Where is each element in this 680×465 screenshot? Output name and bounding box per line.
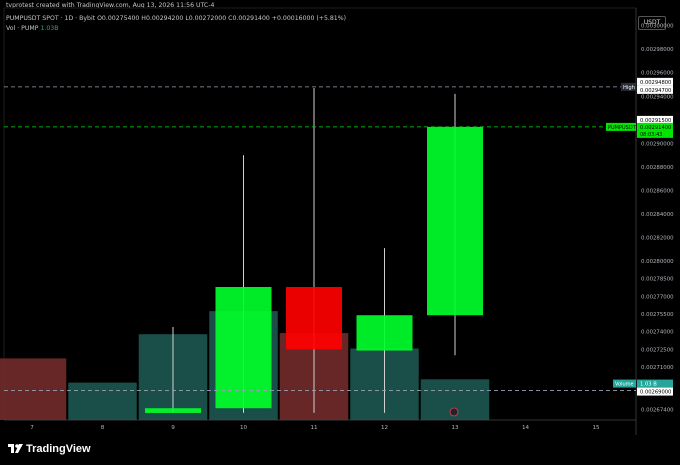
candle-body[interactable]: [145, 408, 201, 413]
tradingview-logo-icon: [8, 444, 23, 453]
y-tick-label: 0.00275500: [641, 312, 674, 318]
symbol-tag: PUMPUSDT: [608, 125, 637, 131]
high-price-tag: 0.00294800: [640, 80, 671, 86]
y-tick-label: 0.00280000: [641, 259, 674, 265]
volume-level-tag: 0.00269000: [640, 390, 671, 396]
high-extra-tag: 0.00294700: [640, 88, 671, 94]
y-tick-label: 0.00296000: [641, 71, 674, 77]
y-tick-label: 0.00271000: [641, 365, 674, 371]
event-marker-icon[interactable]: [449, 407, 459, 417]
y-tick-label: 0.00294000: [641, 94, 674, 100]
x-tick-label: 8: [101, 425, 105, 431]
y-tick-label: 0.00300000: [641, 24, 674, 30]
y-tick-label: 0.00277000: [641, 294, 674, 300]
volume-value-tag: 1.03 B: [640, 382, 657, 388]
volume-tag-label: Volume: [615, 382, 634, 388]
y-tick-label: 0.00290000: [641, 141, 674, 147]
y-tick-label: 0.00298000: [641, 47, 674, 53]
x-tick-label: 12: [381, 425, 388, 431]
x-tick-label: 11: [310, 425, 318, 431]
y-tick-label: 0.00274000: [641, 330, 674, 336]
y-tick-label: 0.00282000: [641, 236, 674, 242]
y-tick-label: 0.00267400: [641, 407, 674, 413]
volume-bar: [68, 382, 137, 420]
price-chart[interactable]: 0.00300000 0.00298000 0.00296000 0.00294000…: [0, 0, 680, 435]
x-tick-label: 10: [240, 425, 248, 431]
candle-body[interactable]: [356, 315, 413, 351]
x-tick-label: 9: [171, 425, 175, 431]
tradingview-logo-text: TradingView: [26, 443, 91, 455]
candle-body[interactable]: [215, 286, 272, 409]
x-tick-label: 15: [592, 425, 600, 431]
candle-body[interactable]: [427, 126, 483, 316]
candle-body[interactable]: [286, 286, 342, 350]
current-price-tag: 0.00291400: [640, 125, 671, 131]
y-tick-label: 0.00278500: [641, 277, 674, 283]
y-tick-label: 0.00286000: [641, 188, 674, 194]
footer-bar: [0, 435, 680, 465]
x-tick-label: 13: [451, 425, 459, 431]
y-tick-label: 0.00288000: [641, 165, 674, 171]
x-tick-label: 14: [522, 425, 530, 431]
volume-bar: [0, 358, 67, 420]
x-tick-label: 7: [30, 425, 34, 431]
high-tag-label: High: [623, 85, 635, 91]
y-tick-label: 0.00272500: [641, 347, 674, 353]
countdown-tag: 08:03:43: [640, 132, 662, 138]
y-tick-label: 0.00284000: [641, 212, 674, 218]
